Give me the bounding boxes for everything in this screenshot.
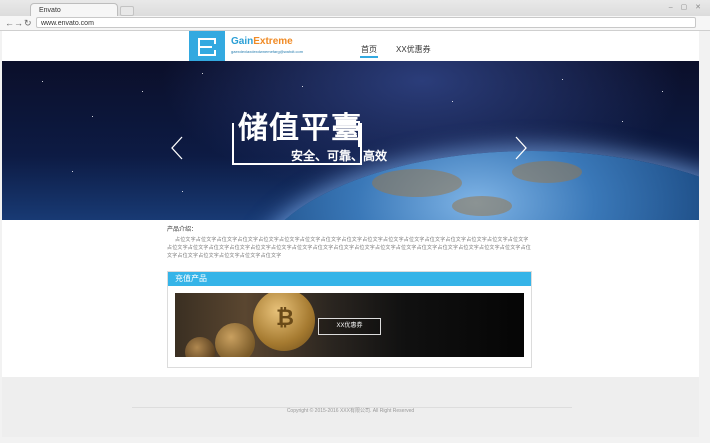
chevron-right-icon[interactable] xyxy=(514,136,528,160)
tab-title: Envato xyxy=(39,7,61,14)
coupon-button[interactable]: XX优惠券 xyxy=(318,318,381,335)
product-image[interactable]: ₿ XX优惠券 xyxy=(175,293,524,357)
chevron-left-icon[interactable] xyxy=(170,136,184,160)
back-arrow-icon[interactable]: ← xyxy=(5,17,14,29)
logo-email: gaexdexlaxdexdwnemefarg@wahdt.com xyxy=(231,49,304,54)
logo-text-extreme: Extreme xyxy=(253,36,293,47)
hero-banner: 储值平臺 安全、可靠、高效 xyxy=(2,61,699,220)
site-header: GainExtreme gaexdexlaxdexdwnemefarg@wahd… xyxy=(2,31,699,64)
logo-e-icon xyxy=(198,38,216,56)
product-panel: 充值产品 ₿ XX优惠券 xyxy=(167,271,532,368)
nav-item-coupon[interactable]: XX优惠券 xyxy=(396,44,431,55)
new-tab-button[interactable] xyxy=(120,6,134,16)
banner-title: 储值平臺 xyxy=(238,112,362,145)
intro-label: 产品介绍： xyxy=(167,227,198,233)
copyright-text: Copyright © 2015-2016 XXX有限公司. All Right… xyxy=(286,408,415,414)
address-bar[interactable]: www.envato.com xyxy=(36,17,696,28)
bitcoin-symbol-icon: ₿ xyxy=(276,305,294,330)
browser-toolbar: ← → ↻ www.envato.com xyxy=(0,16,710,31)
logo-text[interactable]: GainExtreme xyxy=(231,36,293,47)
logo-mark[interactable] xyxy=(189,31,225,64)
banner-subtitle: 安全、可靠、高效 xyxy=(291,149,388,163)
browser-tab[interactable]: Envato xyxy=(30,3,118,16)
browser-window: Envato – ▢ ✕ ← → ↻ www.envato.com GainEx… xyxy=(0,0,710,443)
refresh-icon[interactable]: ↻ xyxy=(24,17,32,29)
forward-arrow-icon[interactable]: → xyxy=(14,17,23,29)
nav-active-indicator xyxy=(360,56,378,58)
title-bar: Envato – ▢ ✕ xyxy=(0,0,710,16)
product-panel-header: 充值产品 xyxy=(168,272,531,286)
window-controls[interactable]: – ▢ ✕ xyxy=(669,3,704,11)
nav-item-home[interactable]: 首页 xyxy=(361,44,377,55)
web-page: GainExtreme gaexdexlaxdexdwnemefarg@wahd… xyxy=(2,31,699,437)
logo-text-gain: Gain xyxy=(231,36,254,47)
intro-text: 占位文字占位文字占位文字占位文字占位文字占位文字占位文字占位文字占位文字占位文字… xyxy=(167,237,532,259)
